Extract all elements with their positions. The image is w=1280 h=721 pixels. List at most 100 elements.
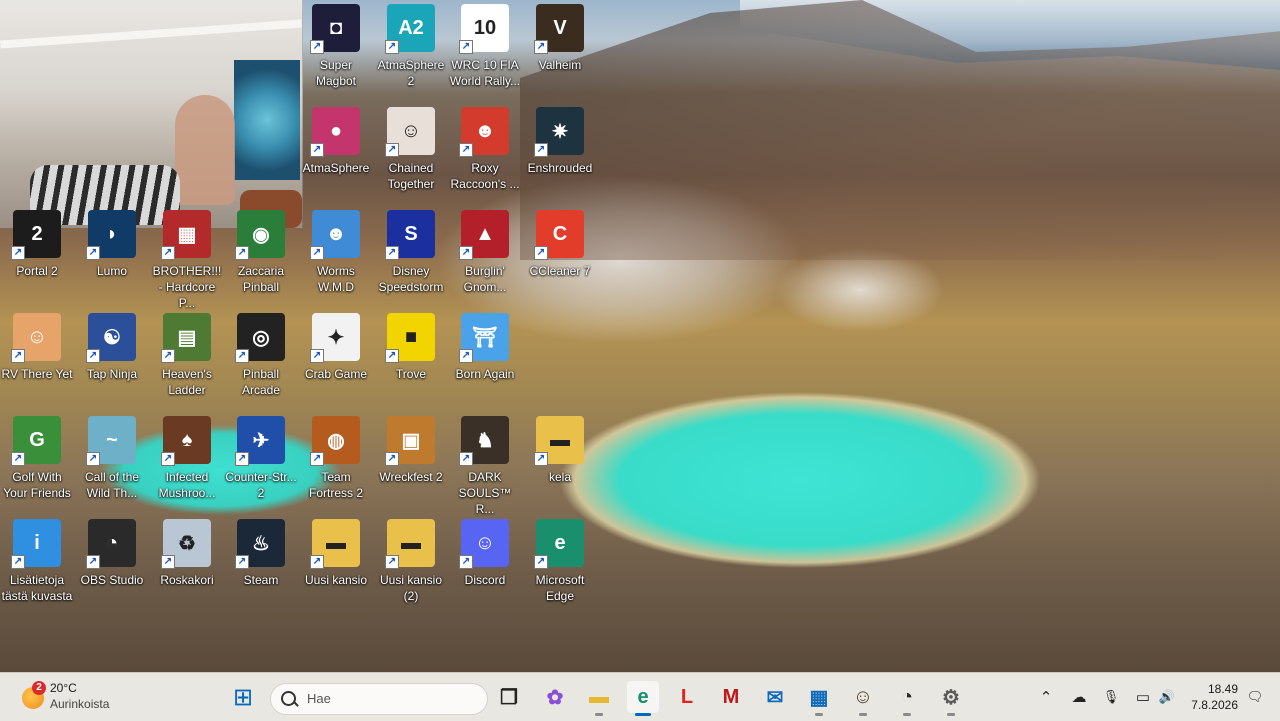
desktop-icon-rv-there-yet[interactable]: ☺ ↗ RV There Yet [0,309,74,409]
desktop-icon-wrc-10-fia-world-rally[interactable]: 10 ↗ WRC 10 FIA World Rally... [448,0,522,100]
weather-widget[interactable]: 2 20°C Aurinkoista [20,679,150,715]
desktop-icon-zaccaria-pinball[interactable]: ◉ ↗ Zaccaria Pinball [224,206,298,306]
desktop-icon-call-of-the-wild-th[interactable]: ~ ↗ Call of the Wild Th... [75,412,149,512]
kela-icon: ▬ ↗ [534,416,584,466]
windows-icon: ⊞ [232,683,254,711]
desktop-icon-team-fortress-2[interactable]: ◍ ↗ Team Fortress 2 [299,412,373,512]
desktop-icon-label: Uusi kansio [304,573,368,587]
desktop-icon-dark-souls-r[interactable]: ♞ ↗ DARK SOULS™ R... [448,412,522,516]
taskbar-store-button[interactable]: ▦ [803,681,835,716]
uusi-kansio-2-icon: ▬ ↗ [385,519,435,569]
desktop-icon-uusi-kansio[interactable]: ▬ ↗ Uusi kansio [299,515,373,615]
desktop-icon-atmasphere-2[interactable]: A2 ↗ AtmaSphere 2 [374,0,448,100]
lis-tietoja-t-st-kuvasta-icon: i ↗ [11,519,61,569]
desktop-icon-roxy-raccoon-s[interactable]: ☻ ↗ Roxy Raccoon's ... [448,103,522,203]
running-indicator [903,713,911,716]
desktop-icon-golf-with-your-friends[interactable]: G ↗ Golf With Your Friends [0,412,74,512]
desktop-icon-roskakori[interactable]: ♻ ↗ Roskakori [150,515,224,615]
icon-glyph: ♠ [181,428,193,451]
taskbar-obs-button[interactable]: ◔ [891,681,923,716]
desktop-icon-crab-game[interactable]: ✦ ↗ Crab Game [299,309,373,409]
search-placeholder: Hae [307,691,331,706]
icon-glyph: ☺ [474,531,496,554]
microphone-button[interactable]: 🎙 [1100,681,1122,713]
desktop-icon-super-magbot[interactable]: ◘ ↗ Super Magbot [299,0,373,100]
desktop-icon-wreckfest-2[interactable]: ▣ ↗ Wreckfest 2 [374,412,448,512]
desktop-icon-worms-w-m-d[interactable]: ☻ ↗ Worms W.M.D [299,206,373,306]
desktop-icon-atmasphere[interactable]: ● ↗ AtmaSphere [299,103,373,203]
taskbar-mcafee-button[interactable]: M [715,681,747,713]
desktop-icon-counter-str-2[interactable]: ✈ ↗ Counter-Str... 2 [224,412,298,512]
desktop-icon-steam[interactable]: ♨ ↗ Steam [224,515,298,615]
desktop-icon-disney-speedstorm[interactable]: S ↗ Disney Speedstorm [374,206,448,306]
taskbar-outlook-button[interactable]: ✉ [759,681,791,713]
desktop-icon-burglin-gnom[interactable]: ▲ ↗ Burglin' Gnom... [448,206,522,306]
desktop-icon-enshrouded[interactable]: ✷ ↗ Enshrouded [523,103,597,203]
notification-icon: 🗨 [1246,689,1264,704]
copilot-icon: ✿ [546,686,564,709]
icon-glyph: ☺ [400,119,422,142]
desktop-icon-tap-ninja[interactable]: ☯ ↗ Tap Ninja [75,309,149,409]
taskbar-file-explorer-button[interactable]: ▬ [583,681,615,716]
taskbar-settings-button[interactable]: ⚙ [935,681,967,716]
taskbar-edge-button[interactable]: e [627,681,659,716]
search-box[interactable]: Hae [270,683,488,715]
desktop-icon-discord[interactable]: ☺ ↗ Discord [448,515,522,615]
shortcut-arrow-icon: ↗ [161,555,175,569]
desktop-icon-label: RV There Yet [1,367,73,381]
volume-button[interactable]: 🔊 [1156,681,1178,713]
desktop-icon-ccleaner-7[interactable]: C ↗ CCleaner 7 [523,206,597,306]
file-explorer-icon: ▬ [589,685,609,708]
taskbar-copilot-button[interactable]: ✿ [539,681,571,713]
taskbar-task-view-button[interactable]: ❐ [493,681,525,713]
desktop-icon-label: Heaven's Ladder [162,367,212,397]
desktop-icon-microsoft-edge[interactable]: e ↗ Microsoft Edge [523,515,597,615]
desktop-icon-portal-2[interactable]: 2 ↗ Portal 2 [0,206,74,306]
webcam-tapestry [234,60,300,180]
desktop-icon-lis-tietoja-t-st-kuvasta[interactable]: i ↗ Lisätietoja tästä kuvasta [0,515,74,615]
desktop-icon-kela[interactable]: ▬ ↗ kela [523,412,597,512]
desktop-icon-obs-studio[interactable]: ◔ ↗ OBS Studio [75,515,149,615]
icon-glyph: A2 [398,16,424,39]
webcam-person [175,95,235,205]
shortcut-arrow-icon: ↗ [385,40,399,54]
desktop-icon-trove[interactable]: ■ ↗ Trove [374,309,448,409]
network-button[interactable]: ☁ [1068,681,1090,713]
icon-glyph: ☯ [103,326,121,349]
shortcut-arrow-icon: ↗ [459,555,473,569]
taskbar-lenovo-button[interactable]: L [671,681,703,713]
desktop-icon-label: Uusi kansio (2) [379,573,443,603]
start-button[interactable]: ⊞ [227,681,259,713]
desktop-icon-label: Trove [395,367,427,381]
desktop-icon-label: Burglin' Gnom... [463,264,507,294]
icon-glyph: i [34,531,40,554]
notification-button[interactable]: 🗨 [1244,681,1266,713]
desktop-icon-label: Counter-Str... 2 [225,470,297,500]
icon-glyph: ■ [404,325,418,348]
shortcut-arrow-icon: ↗ [11,452,25,466]
taskbar-game-avatar-button[interactable]: ☺ [847,681,879,716]
desktop-icon-label: Roskakori [160,573,214,587]
desktop-icon-pinball-arcade[interactable]: ◎ ↗ Pinball Arcade [224,309,298,409]
running-indicator [859,713,867,716]
desktop-icon-chained-together[interactable]: ☺ ↗ Chained Together [374,103,448,203]
desktop-icon-label: BROTHER!!! - Hardcore P... [152,264,222,310]
desktop-icon-heaven-s-ladder[interactable]: ▤ ↗ Heaven's Ladder [150,309,224,409]
clock[interactable]: 18.49 7.8.2026 [1184,681,1238,713]
desktop-icon-uusi-kansio-2[interactable]: ▬ ↗ Uusi kansio (2) [374,515,448,615]
desktop-icon-infected-mushroo[interactable]: ♠ ↗ Infected Mushroo... [150,412,224,512]
desktop-icon-label: Team Fortress 2 [308,470,363,500]
desktop-icon-valheim[interactable]: V ↗ Valheim [523,0,597,100]
desktop-icon-label: Discord [464,573,506,587]
weather-badge: 2 [32,681,46,695]
icon-glyph: G [29,428,45,451]
shortcut-arrow-icon: ↗ [459,40,473,54]
display-button[interactable]: ▭ [1132,681,1154,713]
icon-glyph: ▬ [326,531,346,554]
desktop-icon-lumo[interactable]: ◗ ↗ Lumo [75,206,149,306]
show-hidden-icons-button[interactable]: ⌃ [1036,681,1056,713]
icon-glyph: ⛩ [472,326,498,349]
desktop-icon-born-again[interactable]: ⛩ ↗ Born Again [448,309,522,409]
desktop-icon-brother-hardcore-p[interactable]: ▦ ↗ BROTHER!!! - Hardcore P... [150,206,224,310]
desktop-icon-label: Valheim [538,58,582,72]
